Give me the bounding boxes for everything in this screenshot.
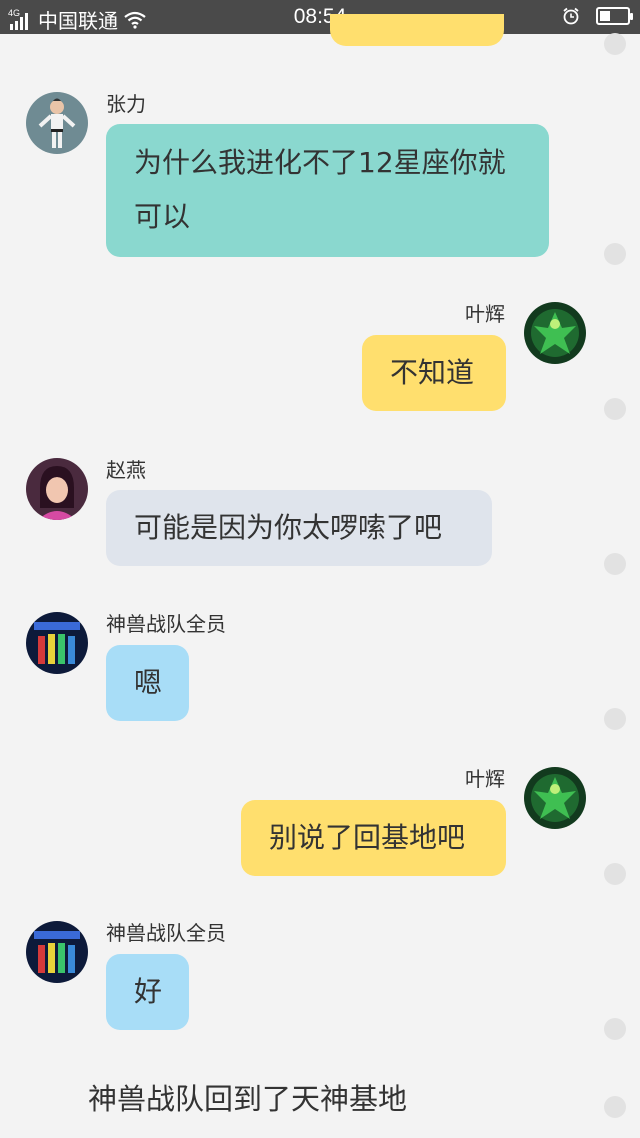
select-dot[interactable] bbox=[604, 243, 626, 265]
avatar-yehui-icon[interactable] bbox=[524, 767, 586, 829]
avatar-team-icon[interactable] bbox=[26, 921, 88, 983]
status-right bbox=[562, 7, 633, 25]
sender-name: 叶辉 bbox=[465, 767, 505, 791]
alarm-icon bbox=[562, 7, 580, 25]
avatar-team-icon[interactable] bbox=[26, 612, 88, 674]
sender-name: 叶辉 bbox=[465, 302, 505, 326]
message-bubble[interactable]: 为什么我进化不了12星座你就可以 bbox=[106, 124, 549, 257]
message-bubble[interactable]: 不知道 bbox=[362, 335, 506, 411]
sender-name: 神兽战队全员 bbox=[106, 921, 226, 945]
select-dot[interactable] bbox=[604, 398, 626, 420]
status-bar: 4G 中国联通 08:54 bbox=[0, 0, 640, 34]
narration-text: 神兽战队回到了天神基地 bbox=[88, 1082, 408, 1116]
select-dot[interactable] bbox=[604, 1018, 626, 1040]
sender-name: 张力 bbox=[106, 92, 146, 116]
message-bubble[interactable]: 嗯 bbox=[106, 645, 189, 721]
battery-icon bbox=[596, 7, 633, 25]
avatar-zhaoyan-icon[interactable] bbox=[26, 458, 88, 520]
avatar-zhangli-icon[interactable] bbox=[26, 92, 88, 154]
battery-level bbox=[600, 11, 611, 21]
message-bubble[interactable]: 好 bbox=[106, 954, 189, 1030]
message-bubble[interactable]: 可能是因为你太啰嗦了吧 bbox=[106, 490, 492, 566]
partial-message-bubble[interactable] bbox=[330, 14, 504, 46]
select-dot[interactable] bbox=[604, 863, 626, 885]
sender-name: 赵燕 bbox=[106, 458, 146, 482]
select-dot[interactable] bbox=[604, 33, 626, 55]
sender-name: 神兽战队全员 bbox=[106, 612, 226, 636]
select-dot[interactable] bbox=[604, 1096, 626, 1118]
select-dot[interactable] bbox=[604, 708, 626, 730]
avatar-yehui-icon[interactable] bbox=[524, 302, 586, 364]
message-bubble[interactable]: 别说了回基地吧 bbox=[241, 800, 506, 876]
select-dot[interactable] bbox=[604, 553, 626, 575]
clock: 08:54 bbox=[293, 5, 347, 28]
